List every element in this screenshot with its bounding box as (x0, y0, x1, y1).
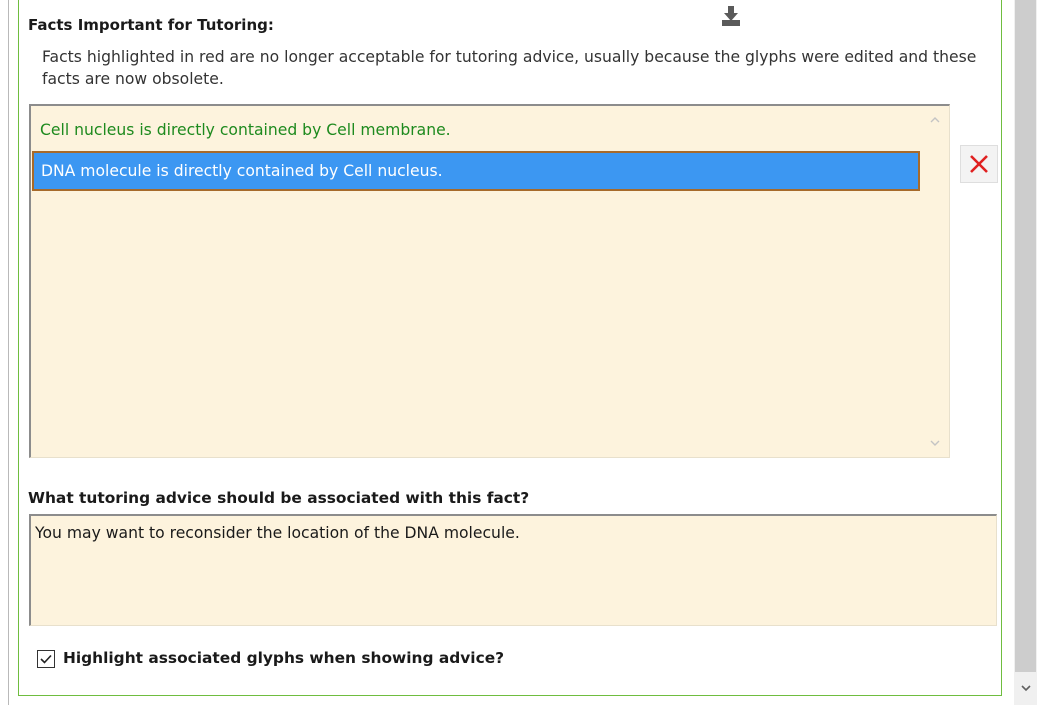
highlight-glyphs-checkbox[interactable] (37, 650, 55, 668)
fact-item[interactable]: Cell nucleus is directly contained by Ce… (32, 110, 920, 150)
chevron-down-icon[interactable] (929, 437, 941, 449)
scrollbar-thumb[interactable] (1015, 0, 1036, 672)
section-description: Facts highlighted in red are no longer a… (42, 48, 977, 88)
fact-item-selected[interactable]: DNA molecule is directly contained by Ce… (32, 151, 920, 191)
left-divider (8, 0, 9, 705)
vertical-scrollbar[interactable] (1014, 0, 1037, 705)
red-x-delete-icon (970, 155, 988, 173)
advice-question-label: What tutoring advice should be associate… (28, 489, 530, 507)
delete-fact-button[interactable] (960, 145, 998, 183)
section-title: Facts Important for Tutoring: (28, 16, 274, 34)
highlight-glyphs-label[interactable]: Highlight associated glyphs when showing… (63, 649, 504, 667)
advice-textarea[interactable]: You may want to reconsider the location … (29, 514, 997, 626)
chevron-down-icon[interactable] (1014, 680, 1037, 700)
facts-list[interactable]: Cell nucleus is directly contained by Ce… (29, 104, 950, 458)
checkmark-icon (40, 654, 52, 664)
download-icon[interactable] (718, 4, 744, 28)
chevron-up-icon[interactable] (929, 114, 941, 126)
